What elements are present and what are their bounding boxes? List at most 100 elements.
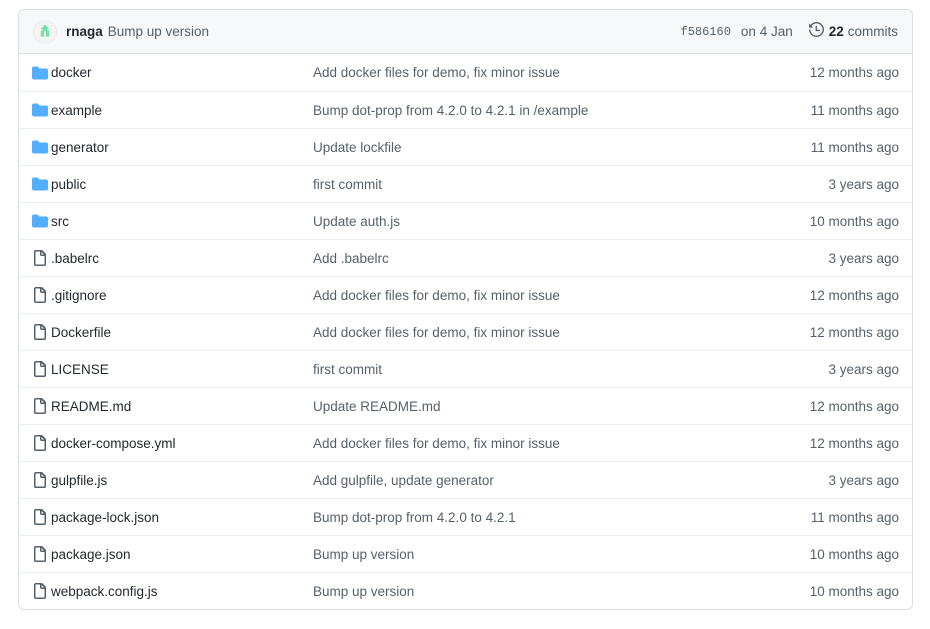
- row-commit-message[interactable]: Add docker files for demo, fix minor iss…: [313, 65, 772, 80]
- row-commit-age: 12 months ago: [809, 435, 899, 451]
- commits-link[interactable]: 22 commits: [808, 21, 898, 42]
- file-name-link[interactable]: README.md: [51, 399, 313, 414]
- file-glyph: [34, 324, 46, 340]
- table-row[interactable]: gulpfile.js Add gulpfile, update generato…: [19, 461, 912, 498]
- folder-icon: [19, 213, 51, 229]
- file-glyph: [34, 472, 46, 488]
- row-commit-age: 10 months ago: [809, 583, 899, 599]
- row-commit-message[interactable]: Update auth.js: [313, 214, 772, 229]
- row-commit-age: 3 years ago: [828, 361, 899, 377]
- file-name-link[interactable]: LICENSE: [51, 362, 313, 377]
- commits-label: commits: [847, 24, 898, 39]
- table-row[interactable]: public first commit 3 years ago: [19, 165, 912, 202]
- table-row[interactable]: .gitignore Add docker files for demo, fix…: [19, 276, 912, 313]
- row-commit-message[interactable]: Add .babelrc: [313, 251, 772, 266]
- commits-count: 22: [828, 24, 844, 39]
- row-commit-age: 12 months ago: [809, 65, 899, 80]
- row-commit-message[interactable]: Update README.md: [313, 399, 772, 414]
- row-commit-message[interactable]: first commit: [313, 362, 772, 377]
- avatar-graphic: [34, 20, 56, 43]
- row-commit-age: 3 years ago: [828, 176, 899, 192]
- table-row[interactable]: .babelrc Add .babelrc 3 years ago: [19, 239, 912, 276]
- row-commit-age: 10 months ago: [809, 546, 899, 562]
- latest-commit-message[interactable]: Bump up version: [108, 24, 209, 39]
- file-name-link[interactable]: example: [51, 103, 313, 118]
- file-glyph: [34, 250, 46, 266]
- row-commit-message[interactable]: Add gulpfile, update generator: [313, 473, 772, 488]
- folder-glyph: [32, 65, 48, 79]
- file-glyph: [34, 435, 46, 451]
- file-glyph: [34, 361, 46, 377]
- row-commit-age: 3 years ago: [828, 472, 899, 488]
- row-commit-message[interactable]: Add docker files for demo, fix minor iss…: [313, 325, 772, 340]
- table-row[interactable]: LICENSE first commit 3 years ago: [19, 350, 912, 387]
- file-name-link[interactable]: .gitignore: [51, 288, 313, 303]
- file-icon: [19, 583, 51, 599]
- row-commit-message[interactable]: Update lockfile: [313, 140, 772, 155]
- commit-author[interactable]: rnaga: [66, 24, 103, 39]
- file-name-link[interactable]: docker: [51, 65, 313, 80]
- file-icon: [19, 287, 51, 303]
- row-commit-message[interactable]: Add docker files for demo, fix minor iss…: [313, 288, 772, 303]
- file-glyph: [34, 509, 46, 525]
- folder-glyph: [32, 177, 48, 191]
- folder-icon: [19, 102, 51, 118]
- file-glyph: [34, 583, 46, 599]
- table-row[interactable]: webpack.config.js Bump up version 10 month…: [19, 572, 912, 609]
- row-commit-age: 12 months ago: [809, 324, 899, 340]
- file-icon: [19, 472, 51, 488]
- table-row[interactable]: docker-compose.yml Add docker files for d…: [19, 424, 912, 461]
- row-commit-age: 3 years ago: [828, 250, 899, 266]
- file-name-link[interactable]: src: [51, 214, 313, 229]
- table-row[interactable]: README.md Update README.md 12 months ago: [19, 387, 912, 424]
- row-commit-age: 10 months ago: [809, 213, 899, 229]
- file-name-link[interactable]: .babelrc: [51, 251, 313, 266]
- file-name-link[interactable]: generator: [51, 140, 313, 155]
- folder-glyph: [32, 214, 48, 228]
- file-icon: [19, 361, 51, 377]
- row-commit-message[interactable]: first commit: [313, 177, 772, 192]
- file-name-link[interactable]: package-lock.json: [51, 510, 313, 525]
- file-icon: [19, 546, 51, 562]
- folder-icon: [19, 139, 51, 155]
- row-commit-age: 11 months ago: [810, 102, 899, 118]
- row-commit-message[interactable]: Bump up version: [313, 547, 772, 562]
- history-icon: [808, 21, 824, 42]
- latest-commit-header: rnaga Bump up version f586160 on 4 Jan 2…: [19, 10, 912, 54]
- file-icon: [19, 324, 51, 340]
- file-glyph: [34, 546, 46, 562]
- repository-file-table: rnaga Bump up version f586160 on 4 Jan 2…: [18, 9, 913, 610]
- row-commit-age: 11 months ago: [810, 139, 899, 155]
- table-row[interactable]: Dockerfile Add docker files for demo, fix…: [19, 313, 912, 350]
- commit-sha[interactable]: f586160: [681, 25, 731, 39]
- table-row[interactable]: docker Add docker files for demo, fix min…: [19, 54, 912, 91]
- row-commit-message[interactable]: Bump dot-prop from 4.2.0 to 4.2.1 in /ex…: [313, 103, 772, 118]
- row-commit-age: 11 months ago: [810, 509, 899, 525]
- commit-date: on 4 Jan: [740, 24, 793, 39]
- file-icon: [19, 509, 51, 525]
- row-commit-message[interactable]: Bump up version: [313, 584, 772, 599]
- table-row[interactable]: example Bump dot-prop from 4.2.0 to 4.2.1…: [19, 91, 912, 128]
- table-row[interactable]: generator Update lockfile 11 months ago: [19, 128, 912, 165]
- table-row[interactable]: package.json Bump up version 10 months ago: [19, 535, 912, 572]
- row-commit-message[interactable]: Add docker files for demo, fix minor iss…: [313, 436, 772, 451]
- file-glyph: [34, 287, 46, 303]
- table-row[interactable]: src Update auth.js 10 months ago: [19, 202, 912, 239]
- file-name-link[interactable]: docker-compose.yml: [51, 436, 313, 451]
- file-name-link[interactable]: Dockerfile: [51, 325, 313, 340]
- row-commit-age: 12 months ago: [809, 398, 899, 414]
- table-row[interactable]: package-lock.json Bump dot-prop from 4.2.…: [19, 498, 912, 535]
- user-avatar-icon[interactable]: [33, 19, 57, 44]
- folder-glyph: [32, 103, 48, 117]
- file-icon: [19, 250, 51, 266]
- history-glyph: [808, 21, 824, 37]
- file-glyph: [34, 398, 46, 414]
- file-name-link[interactable]: package.json: [51, 547, 313, 562]
- file-row-list: docker Add docker files for demo, fix min…: [19, 54, 912, 609]
- file-icon: [19, 435, 51, 451]
- file-name-link[interactable]: webpack.config.js: [51, 584, 313, 599]
- file-name-link[interactable]: public: [51, 177, 313, 192]
- file-name-link[interactable]: gulpfile.js: [51, 473, 313, 488]
- row-commit-message[interactable]: Bump dot-prop from 4.2.0 to 4.2.1: [313, 510, 772, 525]
- folder-glyph: [32, 140, 48, 154]
